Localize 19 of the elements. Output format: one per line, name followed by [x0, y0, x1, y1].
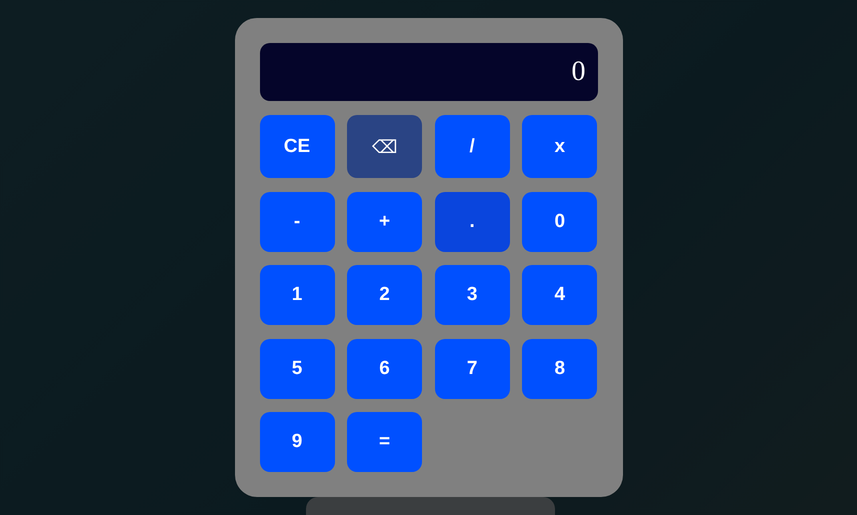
calculator-key[interactable]: +: [347, 192, 422, 252]
calculator-key[interactable]: =: [347, 412, 422, 472]
calculator-key[interactable]: .: [434, 192, 510, 252]
backspace-button[interactable]: ⌫: [347, 115, 422, 178]
calculator-key[interactable]: 5: [260, 338, 334, 398]
calculator-key[interactable]: /: [434, 115, 510, 178]
calculator-key[interactable]: 3: [434, 265, 510, 325]
calculator-key[interactable]: 4: [522, 265, 598, 325]
calculator-key[interactable]: 9: [260, 412, 334, 472]
calculator-key[interactable]: 2: [347, 265, 422, 325]
calculator-key[interactable]: 1: [260, 265, 334, 325]
display-value: 0: [572, 56, 586, 88]
calculator-key[interactable]: 0: [522, 192, 598, 252]
calculator-key[interactable]: x: [522, 115, 598, 178]
calculator-key[interactable]: CE: [260, 115, 334, 178]
calculator-key[interactable]: 8: [522, 338, 598, 398]
calculator-key[interactable]: -: [260, 192, 334, 252]
calculator-key[interactable]: 6: [347, 338, 422, 398]
calculator-key[interactable]: 7: [434, 338, 510, 398]
